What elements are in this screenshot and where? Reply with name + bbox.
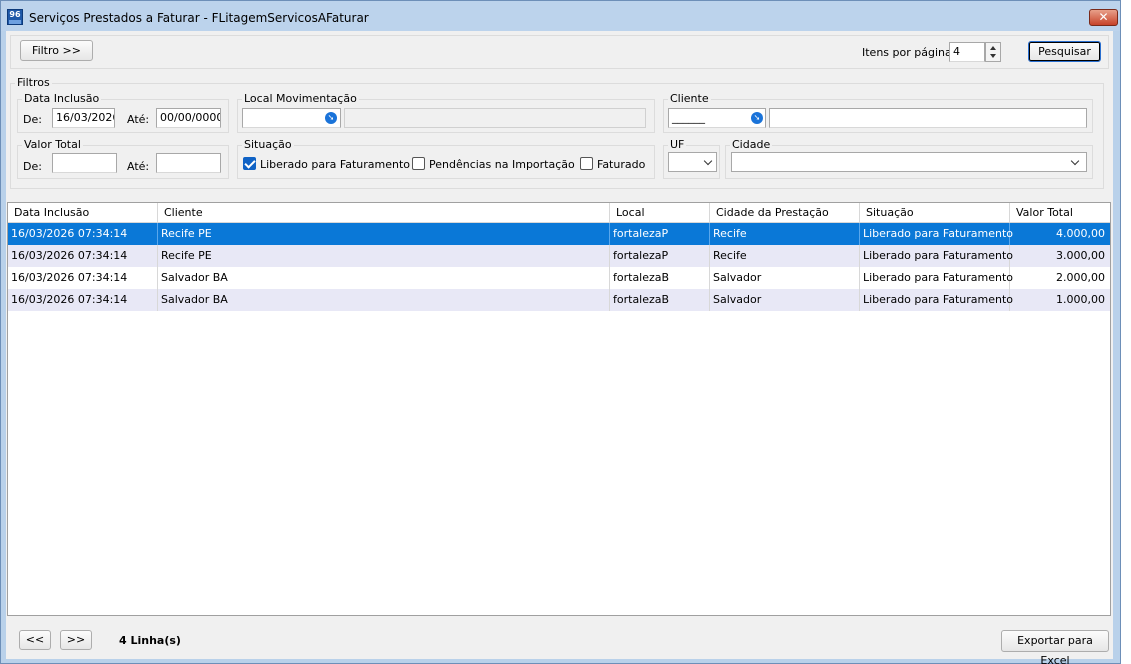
items-per-page-label: Itens por página bbox=[862, 46, 952, 59]
pendencias-checkbox[interactable] bbox=[412, 157, 425, 170]
cell-local: fortalezaP bbox=[610, 245, 710, 267]
cell-situacao: Liberado para Faturamento bbox=[860, 289, 1013, 311]
local-lookup-icon[interactable]: ➘ bbox=[325, 112, 337, 124]
data-inclusao-from-label: De: bbox=[23, 113, 42, 126]
column-header-valor-total[interactable]: Valor Total bbox=[1010, 203, 1110, 223]
toolbar: Filtro >> Itens por página 4 Pesquisar bbox=[10, 35, 1109, 69]
cidade-title: Cidade bbox=[730, 138, 773, 151]
cell-situacao: Liberado para Faturamento bbox=[860, 223, 1013, 245]
cell-valor-total: 4.000,00 bbox=[1056, 227, 1105, 240]
cell-cidade: Recife bbox=[710, 223, 860, 245]
table-row[interactable]: 16/03/2026 07:34:14 Recife PE fortalezaP… bbox=[8, 245, 1110, 267]
app-icon: 96 bbox=[7, 9, 23, 25]
items-per-page-input[interactable]: 4 bbox=[949, 42, 985, 62]
cell-local: fortalezaP bbox=[610, 223, 710, 245]
client-area: Filtro >> Itens por página 4 Pesquisar F… bbox=[6, 31, 1113, 664]
cell-cidade: Salvador bbox=[710, 267, 860, 289]
situacao-title: Situação bbox=[242, 138, 294, 151]
cell-situacao: Liberado para Faturamento bbox=[860, 267, 1013, 289]
previous-page-button[interactable]: << bbox=[19, 630, 51, 650]
local-description-field bbox=[344, 108, 646, 128]
column-header-data-inclusao[interactable]: Data Inclusão bbox=[8, 203, 158, 223]
results-grid[interactable]: Data Inclusão Cliente Local Cidade da Pr… bbox=[7, 202, 1111, 616]
faturado-label[interactable]: Faturado bbox=[597, 158, 645, 171]
cell-cliente: Recife PE bbox=[158, 245, 610, 267]
cell-local: fortalezaB bbox=[610, 289, 710, 311]
spin-down-icon[interactable] bbox=[990, 54, 996, 58]
data-inclusao-to-label: Até: bbox=[127, 113, 150, 126]
cell-data-inclusao: 16/03/2026 07:34:14 bbox=[8, 267, 158, 289]
table-row[interactable]: 16/03/2026 07:34:14 Recife PE fortalezaP… bbox=[8, 223, 1110, 245]
items-per-page-spinner[interactable] bbox=[985, 42, 1001, 62]
cliente-lookup-icon[interactable]: ➘ bbox=[751, 112, 763, 124]
local-movimentacao-title: Local Movimentação bbox=[242, 92, 359, 105]
export-excel-button[interactable]: Exportar para Excel bbox=[1001, 630, 1109, 664]
table-row[interactable]: 16/03/2026 07:34:14 Salvador BA fortalez… bbox=[8, 289, 1110, 311]
liberado-label[interactable]: Liberado para Faturamento bbox=[260, 158, 410, 171]
faturado-checkbox[interactable] bbox=[580, 157, 593, 170]
spin-up-icon[interactable] bbox=[990, 46, 996, 50]
grid-header: Data Inclusão Cliente Local Cidade da Pr… bbox=[8, 203, 1110, 223]
cell-local: fortalezaB bbox=[610, 267, 710, 289]
window-title: Serviços Prestados a Faturar - FLitagemS… bbox=[29, 11, 369, 25]
pendencias-label[interactable]: Pendências na Importação bbox=[429, 158, 575, 171]
uf-select[interactable] bbox=[668, 152, 717, 172]
data-inclusao-title: Data Inclusão bbox=[22, 92, 102, 105]
uf-title: UF bbox=[668, 138, 687, 151]
cell-cliente: Salvador BA bbox=[158, 267, 610, 289]
valor-total-from-input[interactable] bbox=[52, 153, 117, 173]
cell-cidade: Salvador bbox=[710, 289, 860, 311]
row-count: 4 Linha(s) bbox=[119, 634, 181, 647]
valor-total-from-label: De: bbox=[23, 160, 42, 173]
filter-toggle-button[interactable]: Filtro >> bbox=[20, 40, 93, 61]
app-window: 96 Serviços Prestados a Faturar - FLitag… bbox=[0, 0, 1121, 664]
column-header-local[interactable]: Local bbox=[610, 203, 710, 223]
column-header-situacao[interactable]: Situação bbox=[860, 203, 1010, 223]
cell-cliente: Recife PE bbox=[158, 223, 610, 245]
valor-total-to-label: Até: bbox=[127, 160, 150, 173]
chevron-down-icon[interactable] bbox=[703, 156, 713, 166]
valor-total-title: Valor Total bbox=[22, 138, 83, 151]
cell-situacao: Liberado para Faturamento bbox=[860, 245, 1013, 267]
cell-cidade: Recife bbox=[710, 245, 860, 267]
liberado-checkbox[interactable] bbox=[243, 157, 256, 170]
cell-data-inclusao: 16/03/2026 07:34:14 bbox=[8, 223, 158, 245]
search-button[interactable]: Pesquisar bbox=[1028, 41, 1101, 62]
title-bar[interactable]: 96 Serviços Prestados a Faturar - FLitag… bbox=[1, 1, 1120, 31]
cliente-title: Cliente bbox=[668, 92, 711, 105]
cliente-name-input[interactable] bbox=[769, 108, 1087, 128]
cell-valor-total: 1.000,00 bbox=[1056, 293, 1105, 306]
cidade-select[interactable] bbox=[731, 152, 1087, 172]
close-button[interactable]: ✕ bbox=[1089, 9, 1118, 26]
cell-data-inclusao: 16/03/2026 07:34:14 bbox=[8, 245, 158, 267]
table-row[interactable]: 16/03/2026 07:34:14 Salvador BA fortalez… bbox=[8, 267, 1110, 289]
column-header-cliente[interactable]: Cliente bbox=[158, 203, 610, 223]
cell-cliente: Salvador BA bbox=[158, 289, 610, 311]
data-inclusao-from-input[interactable]: 16/03/2026 bbox=[52, 108, 115, 128]
cell-valor-total: 3.000,00 bbox=[1056, 249, 1105, 262]
cell-valor-total: 2.000,00 bbox=[1056, 271, 1105, 284]
next-page-button[interactable]: >> bbox=[60, 630, 92, 650]
filters-title: Filtros bbox=[15, 76, 52, 89]
chevron-down-icon[interactable] bbox=[1070, 156, 1080, 166]
valor-total-to-input[interactable] bbox=[156, 153, 221, 173]
column-header-cidade[interactable]: Cidade da Prestação bbox=[710, 203, 860, 223]
data-inclusao-to-input[interactable]: 00/00/0000 bbox=[156, 108, 221, 128]
cell-data-inclusao: 16/03/2026 07:34:14 bbox=[8, 289, 158, 311]
